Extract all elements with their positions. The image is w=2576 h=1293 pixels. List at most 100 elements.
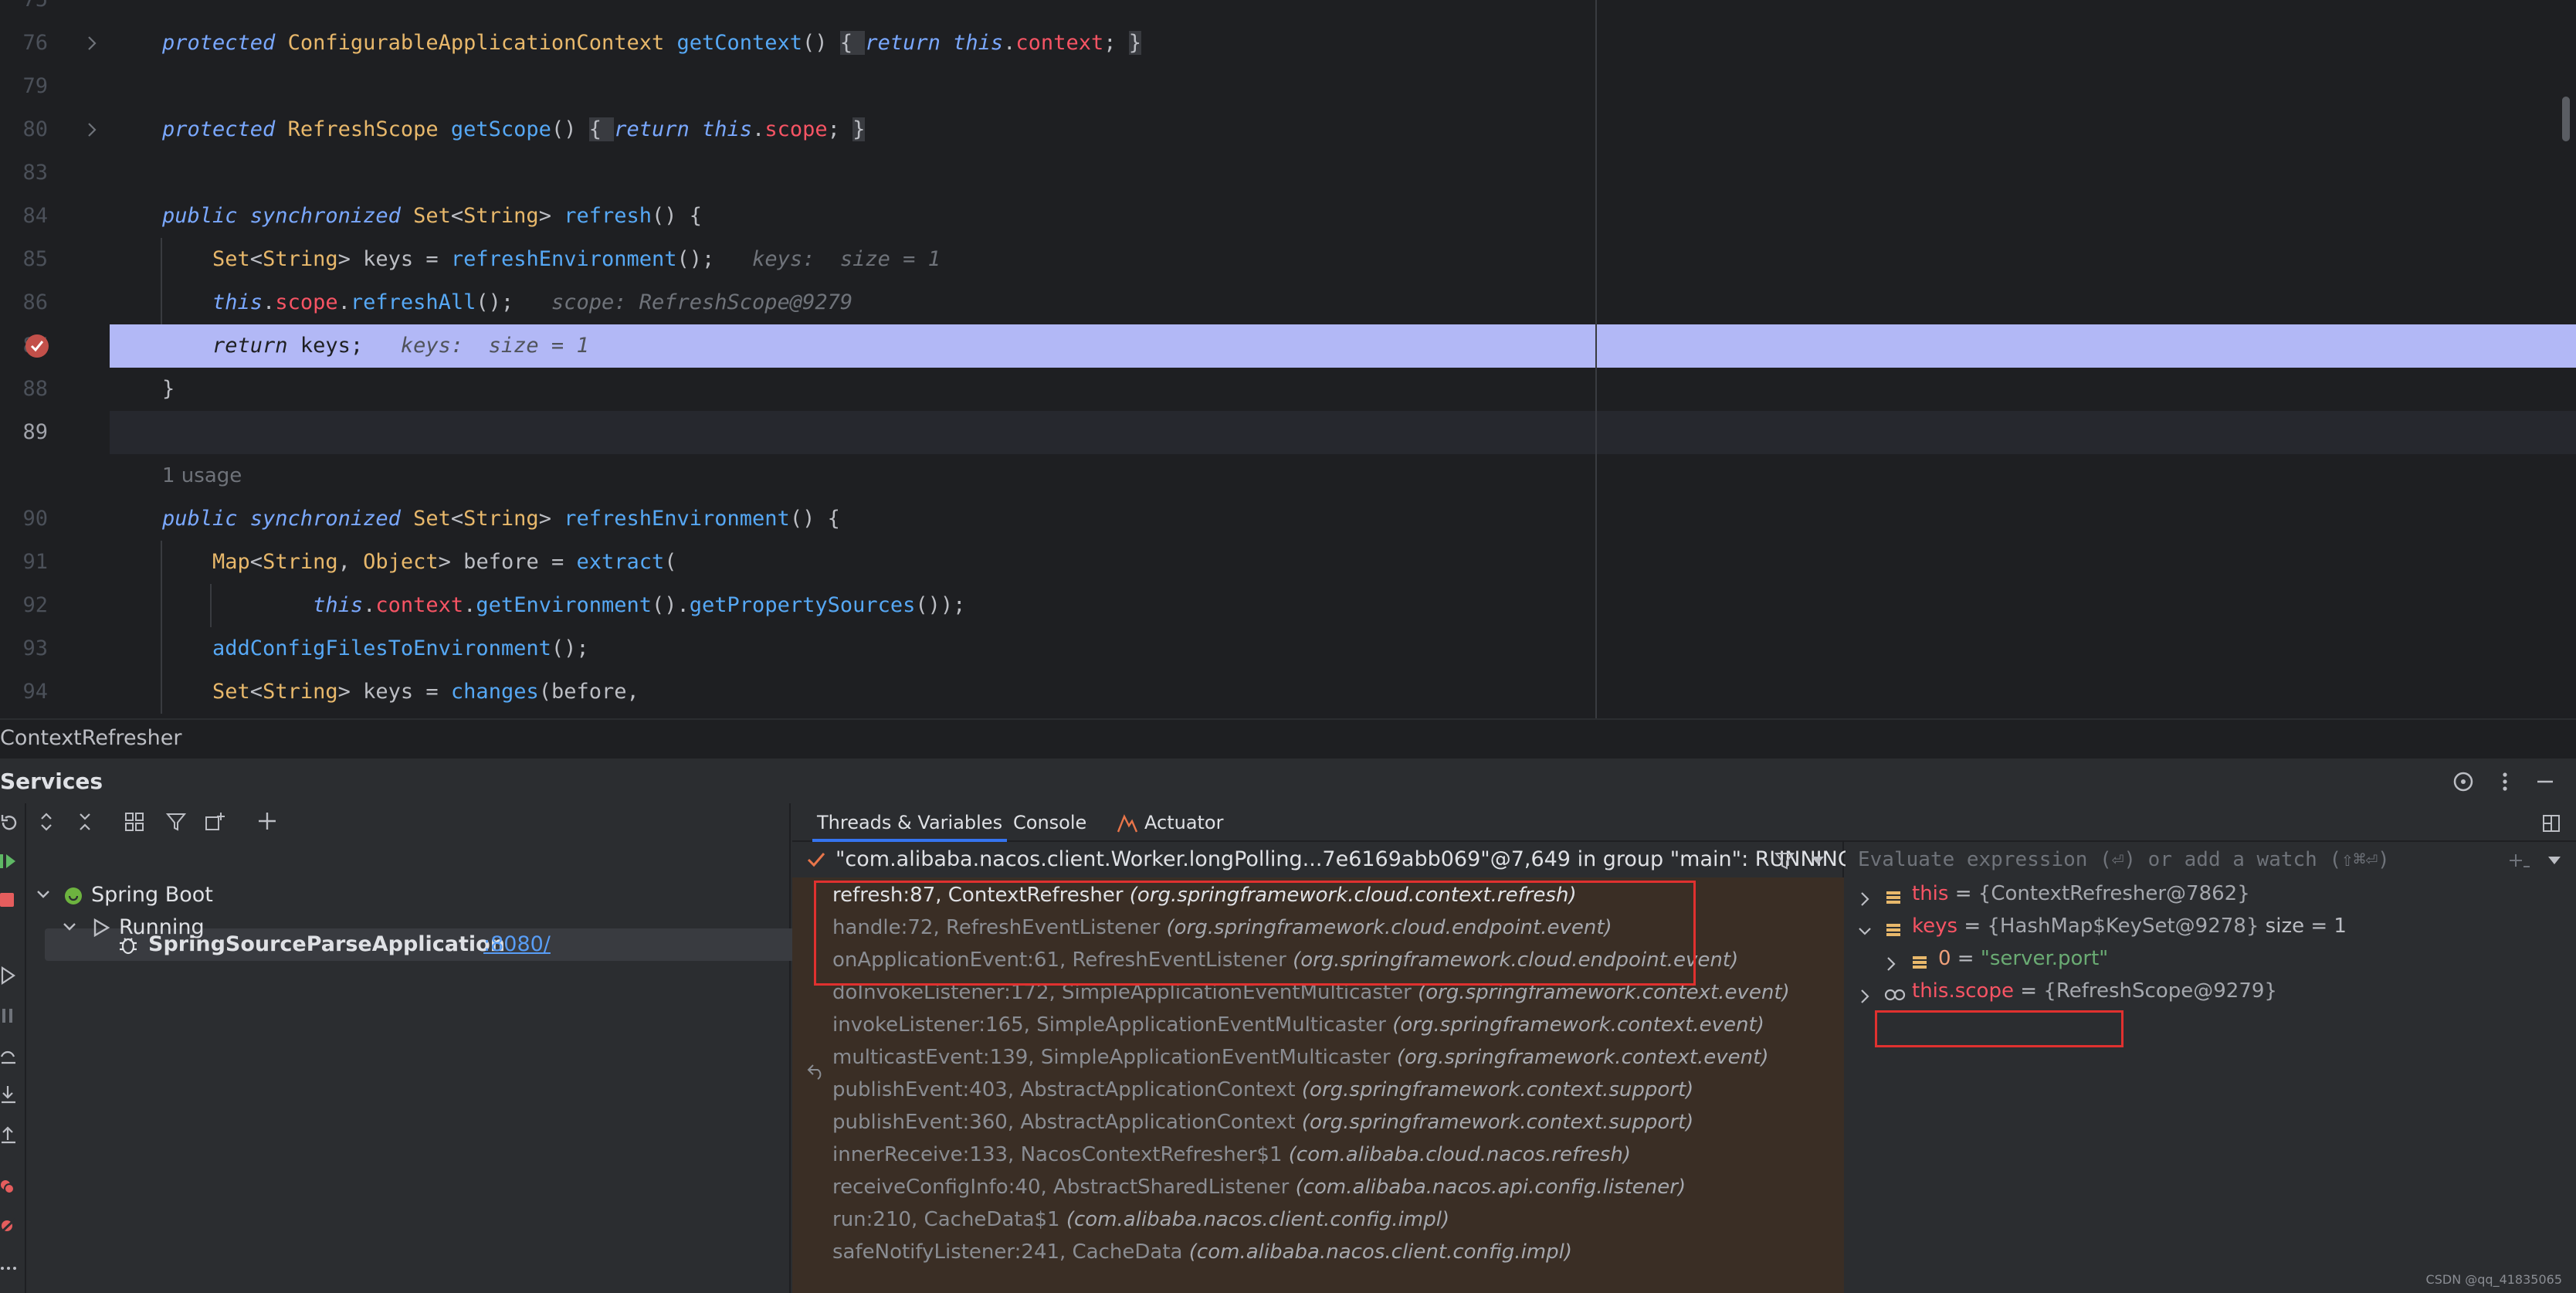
code-line: protected ConfigurableApplicationContext…: [162, 22, 1141, 65]
code-editor[interactable]: 75 76 79 80 83 84 85 86 87 88 89 90 91 92 93 94 protect…: [0, 0, 2576, 718]
gutter-line[interactable]: 94: [0, 670, 110, 714]
gutter-line[interactable]: [0, 454, 110, 497]
line-number: 92: [22, 593, 48, 617]
tab-actuator[interactable]: Actuator: [1144, 803, 1223, 842]
filter-icon[interactable]: [1774, 851, 1795, 870]
evaluate-expression-field[interactable]: Evaluate expression (⏎) or add a watch (…: [1846, 842, 2576, 877]
breadcrumb[interactable]: ContextRefresher: [0, 718, 2576, 757]
gutter-line[interactable]: 89: [0, 411, 110, 454]
gutter-line[interactable]: 80: [0, 108, 110, 151]
thread-selector[interactable]: "com.alibaba.nacos.client.Worker.longPol…: [792, 842, 1854, 877]
gutter-line[interactable]: 87: [0, 324, 110, 368]
variable-name: 0: [1938, 947, 1951, 970]
chevron-right-icon[interactable]: [1858, 982, 1872, 1003]
group-by-icon[interactable]: [124, 811, 145, 833]
variable-value: {RefreshScope@9279}: [2043, 979, 2277, 1003]
gutter-line[interactable]: 83: [0, 151, 110, 195]
frame-package: (com.alibaba.nacos.client.config.impl): [1066, 1208, 1450, 1231]
chevron-down-icon[interactable]: [1810, 854, 1825, 867]
code-token: (): [802, 31, 840, 55]
fold-expand-icon[interactable]: [86, 121, 97, 138]
gutter-line[interactable]: 86: [0, 281, 110, 324]
rerun-icon[interactable]: [0, 813, 17, 833]
code-token: RefreshScope: [287, 117, 451, 141]
breadcrumb-class[interactable]: ContextRefresher: [0, 726, 181, 750]
app-port-link[interactable]: :8080/: [483, 928, 551, 961]
layout-icon[interactable]: [2542, 814, 2561, 833]
filter-icon[interactable]: [165, 811, 187, 833]
stack-frame[interactable]: publishEvent:360, AbstractApplicationCon…: [832, 1106, 1693, 1139]
code-token: <: [249, 247, 263, 271]
minimize-icon[interactable]: [2533, 769, 2557, 794]
code-token: keys: size = 1: [388, 334, 589, 358]
expand-all-icon[interactable]: [36, 811, 57, 833]
fold-expand-icon[interactable]: [86, 35, 97, 52]
services-title: Services: [0, 769, 103, 794]
chevron-down-icon[interactable]: [1858, 918, 1872, 935]
stack-frame[interactable]: safeNotifyListener:241, CacheData (com.a…: [832, 1236, 1572, 1268]
gutter-line[interactable]: 85: [0, 238, 110, 281]
resume-icon[interactable]: [0, 851, 17, 871]
code-token: scope: [764, 117, 828, 141]
stack-frame[interactable]: receiveConfigInfo:40, AbstractSharedList…: [832, 1171, 1686, 1203]
watch-icon: [1884, 982, 1906, 1001]
gutter-line[interactable]: 79: [0, 65, 110, 108]
variable-value: {ContextRefresher@7862}: [1978, 882, 2250, 905]
chevron-down-icon[interactable]: [62, 919, 77, 935]
more-options-icon[interactable]: [2493, 769, 2517, 794]
variable-text: this.scope = {RefreshScope@9279}: [1912, 975, 2277, 1007]
gutter-line[interactable]: 76: [0, 22, 110, 65]
chevron-right-icon[interactable]: [1858, 885, 1872, 906]
gutter-line[interactable]: 92: [0, 584, 110, 627]
step-over-icon[interactable]: [0, 1046, 17, 1066]
breakpoint-icon[interactable]: [25, 334, 49, 358]
code-token: String: [263, 247, 338, 271]
collapse-all-icon[interactable]: [74, 811, 96, 833]
stack-frame[interactable]: run:210, CacheData$1 (com.alibaba.nacos.…: [832, 1203, 1449, 1236]
chevron-right-icon[interactable]: [1884, 950, 1898, 971]
line-number: 91: [22, 550, 48, 574]
stack-frame[interactable]: invokeListener:165, SimpleApplicationEve…: [832, 1009, 1764, 1041]
stack-frame[interactable]: innerReceive:133, NacosContextRefresher$…: [832, 1139, 1631, 1171]
variable-eq: =: [2013, 979, 2044, 1003]
gutter-line[interactable]: 91: [0, 541, 110, 584]
code-token: > keys =: [337, 247, 451, 271]
variable-text: 0 = "server.port": [1938, 942, 2108, 975]
editor-scrollbar[interactable]: [2562, 97, 2570, 141]
line-number: 75: [22, 0, 48, 22]
tab-threads-variables[interactable]: Threads & Variables: [812, 803, 1008, 842]
frame-package: (com.alibaba.cloud.nacos.refresh): [1288, 1143, 1632, 1166]
code-token: context: [375, 593, 464, 617]
frame-package: (org.springframework.context.support): [1301, 1111, 1694, 1134]
gutter-line[interactable]: 88: [0, 368, 110, 411]
stop-icon[interactable]: [0, 890, 17, 910]
tab-console[interactable]: Console: [1013, 803, 1086, 842]
line-number: 90: [22, 507, 48, 531]
new-tab-icon[interactable]: [204, 811, 225, 833]
pause-icon[interactable]: [0, 1006, 17, 1026]
code-token: refreshAll: [350, 290, 476, 314]
view-breakpoints-icon[interactable]: [0, 1177, 17, 1197]
chevron-down-icon[interactable]: [36, 887, 51, 902]
add-service-icon[interactable]: [258, 811, 280, 833]
gutter-line[interactable]: 90: [0, 497, 110, 541]
code-line: Set<String> keys = refreshEnvironment();…: [162, 238, 941, 281]
gutter-line[interactable]: 75: [0, 0, 110, 22]
stack-frame[interactable]: publishEvent:403, AbstractApplicationCon…: [832, 1074, 1693, 1106]
code-token: }: [1128, 31, 1141, 55]
stack-frame[interactable]: multicastEvent:139, SimpleApplicationEve…: [832, 1041, 1768, 1074]
line-number: 79: [22, 74, 48, 98]
add-watch-icon[interactable]: [2510, 851, 2530, 870]
crosshair-icon[interactable]: [2451, 769, 2476, 794]
play-icon[interactable]: [0, 966, 17, 986]
code-line: }: [162, 368, 175, 411]
chevron-down-icon[interactable]: [2547, 854, 2562, 867]
gutter-line[interactable]: 93: [0, 627, 110, 670]
gutter-line[interactable]: 84: [0, 195, 110, 238]
field-icon: [1884, 884, 1904, 904]
mute-breakpoints-icon[interactable]: [0, 1216, 17, 1236]
step-into-icon[interactable]: [0, 1084, 17, 1105]
step-out-icon[interactable]: [0, 1125, 17, 1145]
code-token: String: [463, 507, 539, 531]
more-actions-icon[interactable]: [0, 1257, 17, 1278]
